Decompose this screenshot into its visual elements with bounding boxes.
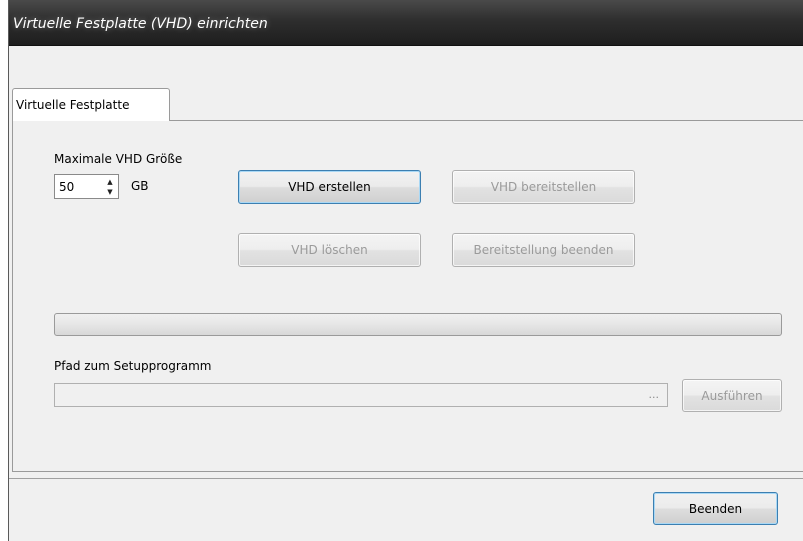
- progress-bar: [54, 313, 782, 336]
- title-bar: Virtuelle Festplatte (VHD) einrichten: [9, 0, 803, 46]
- quit-button[interactable]: Beenden: [653, 492, 778, 525]
- max-size-label: Maximale VHD Größe: [54, 152, 183, 166]
- size-value: 50: [59, 180, 75, 194]
- app-window: Virtuelle Festplatte (VHD) einrichten Vi…: [8, 0, 803, 541]
- setup-path-field[interactable]: ...: [54, 383, 668, 407]
- stepper-up-icon[interactable]: ▲: [102, 177, 118, 187]
- unmount-vhd-button[interactable]: Bereitstellung beenden: [452, 233, 635, 267]
- size-unit-label: GB: [131, 179, 149, 193]
- stepper-arrows[interactable]: ▲ ▼: [102, 175, 118, 198]
- create-vhd-button[interactable]: VHD erstellen: [238, 170, 421, 204]
- tab-virtuelle-festplatte[interactable]: Virtuelle Festplatte: [12, 88, 170, 121]
- setup-path-label: Pfad zum Setupprogramm: [54, 359, 212, 373]
- browse-ellipsis[interactable]: ...: [649, 388, 660, 401]
- mount-vhd-button[interactable]: VHD bereitstellen: [452, 170, 635, 204]
- delete-vhd-button[interactable]: VHD löschen: [238, 233, 421, 267]
- run-setup-button[interactable]: Ausführen: [682, 379, 782, 412]
- window-title: Virtuelle Festplatte (VHD) einrichten: [13, 16, 268, 32]
- size-stepper[interactable]: 50 ▲ ▼: [54, 174, 119, 199]
- stepper-down-icon[interactable]: ▼: [102, 187, 118, 197]
- tab-label: Virtuelle Festplatte: [16, 98, 130, 112]
- footer-divider: [9, 478, 803, 479]
